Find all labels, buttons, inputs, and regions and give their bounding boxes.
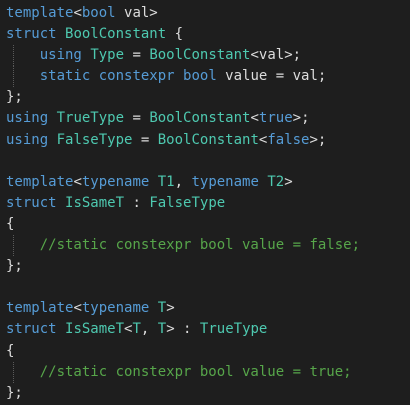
code-token: };: [6, 89, 23, 106]
code-token: T: [132, 321, 141, 338]
code-token: >: [284, 173, 293, 190]
code-token: struct: [6, 321, 57, 338]
code-token: =: [124, 110, 150, 127]
code-token: static: [39, 68, 91, 85]
indent-guide: [13, 361, 14, 383]
code-token: TrueType: [56, 110, 125, 127]
code-line[interactable]: using Type = BoolConstant<val>;: [0, 45, 410, 67]
code-line[interactable]: struct IsSameT : FalseType: [0, 193, 410, 214]
code-editor[interactable]: template<bool val> struct BoolConstant { …: [0, 0, 410, 405]
code-token: {: [6, 215, 15, 232]
code-token: IsSameT: [65, 194, 125, 211]
indent-guide: [13, 45, 14, 67]
code-token: {: [166, 26, 184, 43]
code-line[interactable]: };: [0, 256, 410, 277]
code-token: typename: [81, 173, 150, 190]
code-token: =: [132, 131, 158, 148]
code-token: template: [6, 5, 74, 21]
indent-guide: [13, 66, 14, 88]
code-token: val>: [115, 5, 158, 21]
code-line[interactable]: };: [0, 383, 410, 404]
code-line[interactable]: static constexpr bool value = val;: [0, 66, 410, 88]
code-token: BoolConstant: [149, 47, 251, 64]
code-token: <: [73, 5, 82, 21]
code-line[interactable]: struct BoolConstant {: [0, 24, 410, 45]
code-token: T1: [157, 173, 175, 190]
code-token: T2: [267, 173, 285, 190]
code-token: T: [157, 321, 167, 338]
code-token: BoolConstant: [157, 131, 259, 148]
code-token: >;: [292, 110, 310, 127]
code-comment: //static constexpr bool value = true;: [39, 363, 352, 380]
code-token: };: [6, 384, 23, 401]
code-token: <val>;: [250, 47, 302, 64]
code-token: using: [6, 131, 49, 148]
code-token: ,: [140, 321, 158, 338]
code-line[interactable]: using FalseType = BoolConstant<false>;: [0, 130, 410, 151]
code-token: BoolConstant: [65, 26, 167, 43]
code-token: BoolConstant: [149, 110, 251, 127]
code-line[interactable]: {: [0, 341, 410, 362]
code-token: T: [157, 300, 167, 317]
code-token: <: [73, 173, 82, 190]
code-token: ,: [174, 173, 192, 190]
code-token: Type: [90, 47, 125, 64]
code-token: FalseType: [149, 194, 226, 211]
code-line[interactable]: {: [0, 214, 410, 235]
code-token: >;: [309, 131, 327, 148]
code-token: typename: [191, 173, 259, 190]
code-token: <: [250, 110, 259, 127]
code-token: template: [6, 173, 74, 190]
code-token: };: [6, 258, 23, 275]
code-line[interactable]: //static constexpr bool value = false;: [0, 235, 410, 257]
code-token: =: [124, 47, 150, 64]
code-line[interactable]: template<typename T>: [0, 298, 410, 319]
code-token: false: [267, 131, 310, 148]
code-token: using: [6, 110, 49, 127]
code-token: bool: [183, 68, 217, 85]
code-line[interactable]: [0, 151, 410, 172]
code-line[interactable]: struct IsSameT<T, T> : TrueType: [0, 319, 410, 340]
code-line[interactable]: template<typename T1, typename T2>: [0, 172, 410, 193]
code-line[interactable]: using TrueType = BoolConstant<true>;: [0, 108, 410, 129]
code-token: FalseType: [56, 131, 133, 148]
code-token: true: [258, 110, 293, 127]
code-token: using: [39, 47, 82, 64]
code-line[interactable]: [0, 277, 410, 298]
code-token: value = val;: [216, 68, 327, 85]
code-token: IsSameT: [65, 321, 125, 338]
code-line[interactable]: template<bool val>: [0, 3, 410, 24]
code-token: template: [6, 300, 74, 317]
code-line[interactable]: //static constexpr bool value = true;: [0, 361, 410, 383]
code-line[interactable]: };: [0, 87, 410, 108]
code-token: TrueType: [199, 321, 268, 338]
code-token: <: [73, 300, 82, 317]
code-token: constexpr: [98, 68, 175, 85]
code-comment: //static constexpr bool value = false;: [39, 237, 361, 254]
code-token: >: [166, 300, 175, 317]
code-token: bool: [81, 5, 116, 21]
code-token: {: [6, 342, 15, 359]
indent-guide: [13, 235, 14, 257]
code-token: struct: [6, 194, 57, 211]
code-token: > :: [166, 321, 200, 338]
code-token: typename: [81, 300, 150, 317]
code-token: :: [124, 194, 150, 211]
code-token: struct: [6, 26, 57, 43]
